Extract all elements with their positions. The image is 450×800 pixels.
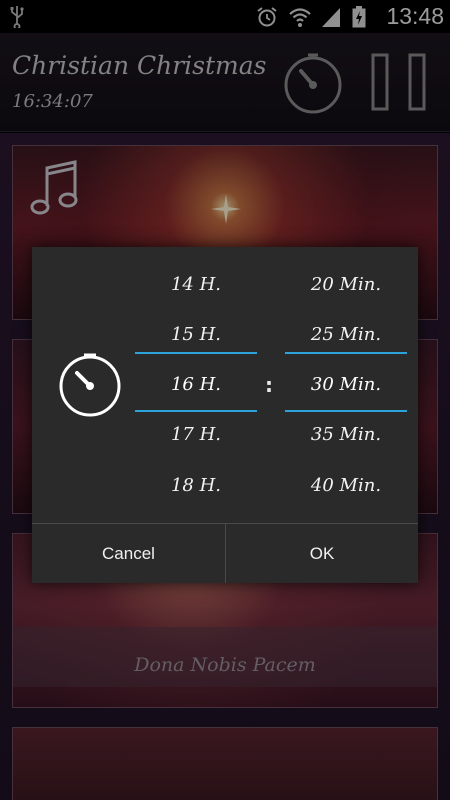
cancel-button[interactable]: Cancel bbox=[32, 524, 225, 583]
selection-divider-top bbox=[285, 352, 407, 354]
hour-option[interactable]: 18 H. bbox=[135, 465, 257, 505]
timer-icon bbox=[57, 352, 123, 418]
hour-selected[interactable]: 16 H. bbox=[135, 364, 257, 404]
selection-divider-bottom bbox=[135, 410, 257, 412]
time-separator: : bbox=[265, 373, 273, 397]
minute-option[interactable]: 35 Min. bbox=[285, 414, 407, 454]
selection-divider-bottom bbox=[285, 410, 407, 412]
selection-divider-top bbox=[135, 352, 257, 354]
minute-option[interactable]: 20 Min. bbox=[285, 264, 407, 304]
minute-option[interactable]: 40 Min. bbox=[285, 465, 407, 505]
minute-selected[interactable]: 30 Min. bbox=[285, 364, 407, 404]
hour-option[interactable]: 14 H. bbox=[135, 264, 257, 304]
hour-option[interactable]: 15 H. bbox=[135, 314, 257, 354]
hour-option[interactable]: 17 H. bbox=[135, 414, 257, 454]
minute-option[interactable]: 25 Min. bbox=[285, 314, 407, 354]
sleep-timer-dialog: 14 H. 15 H. 16 H. 17 H. 18 H. : 20 Min. … bbox=[32, 247, 418, 583]
ok-button[interactable]: OK bbox=[226, 524, 418, 583]
